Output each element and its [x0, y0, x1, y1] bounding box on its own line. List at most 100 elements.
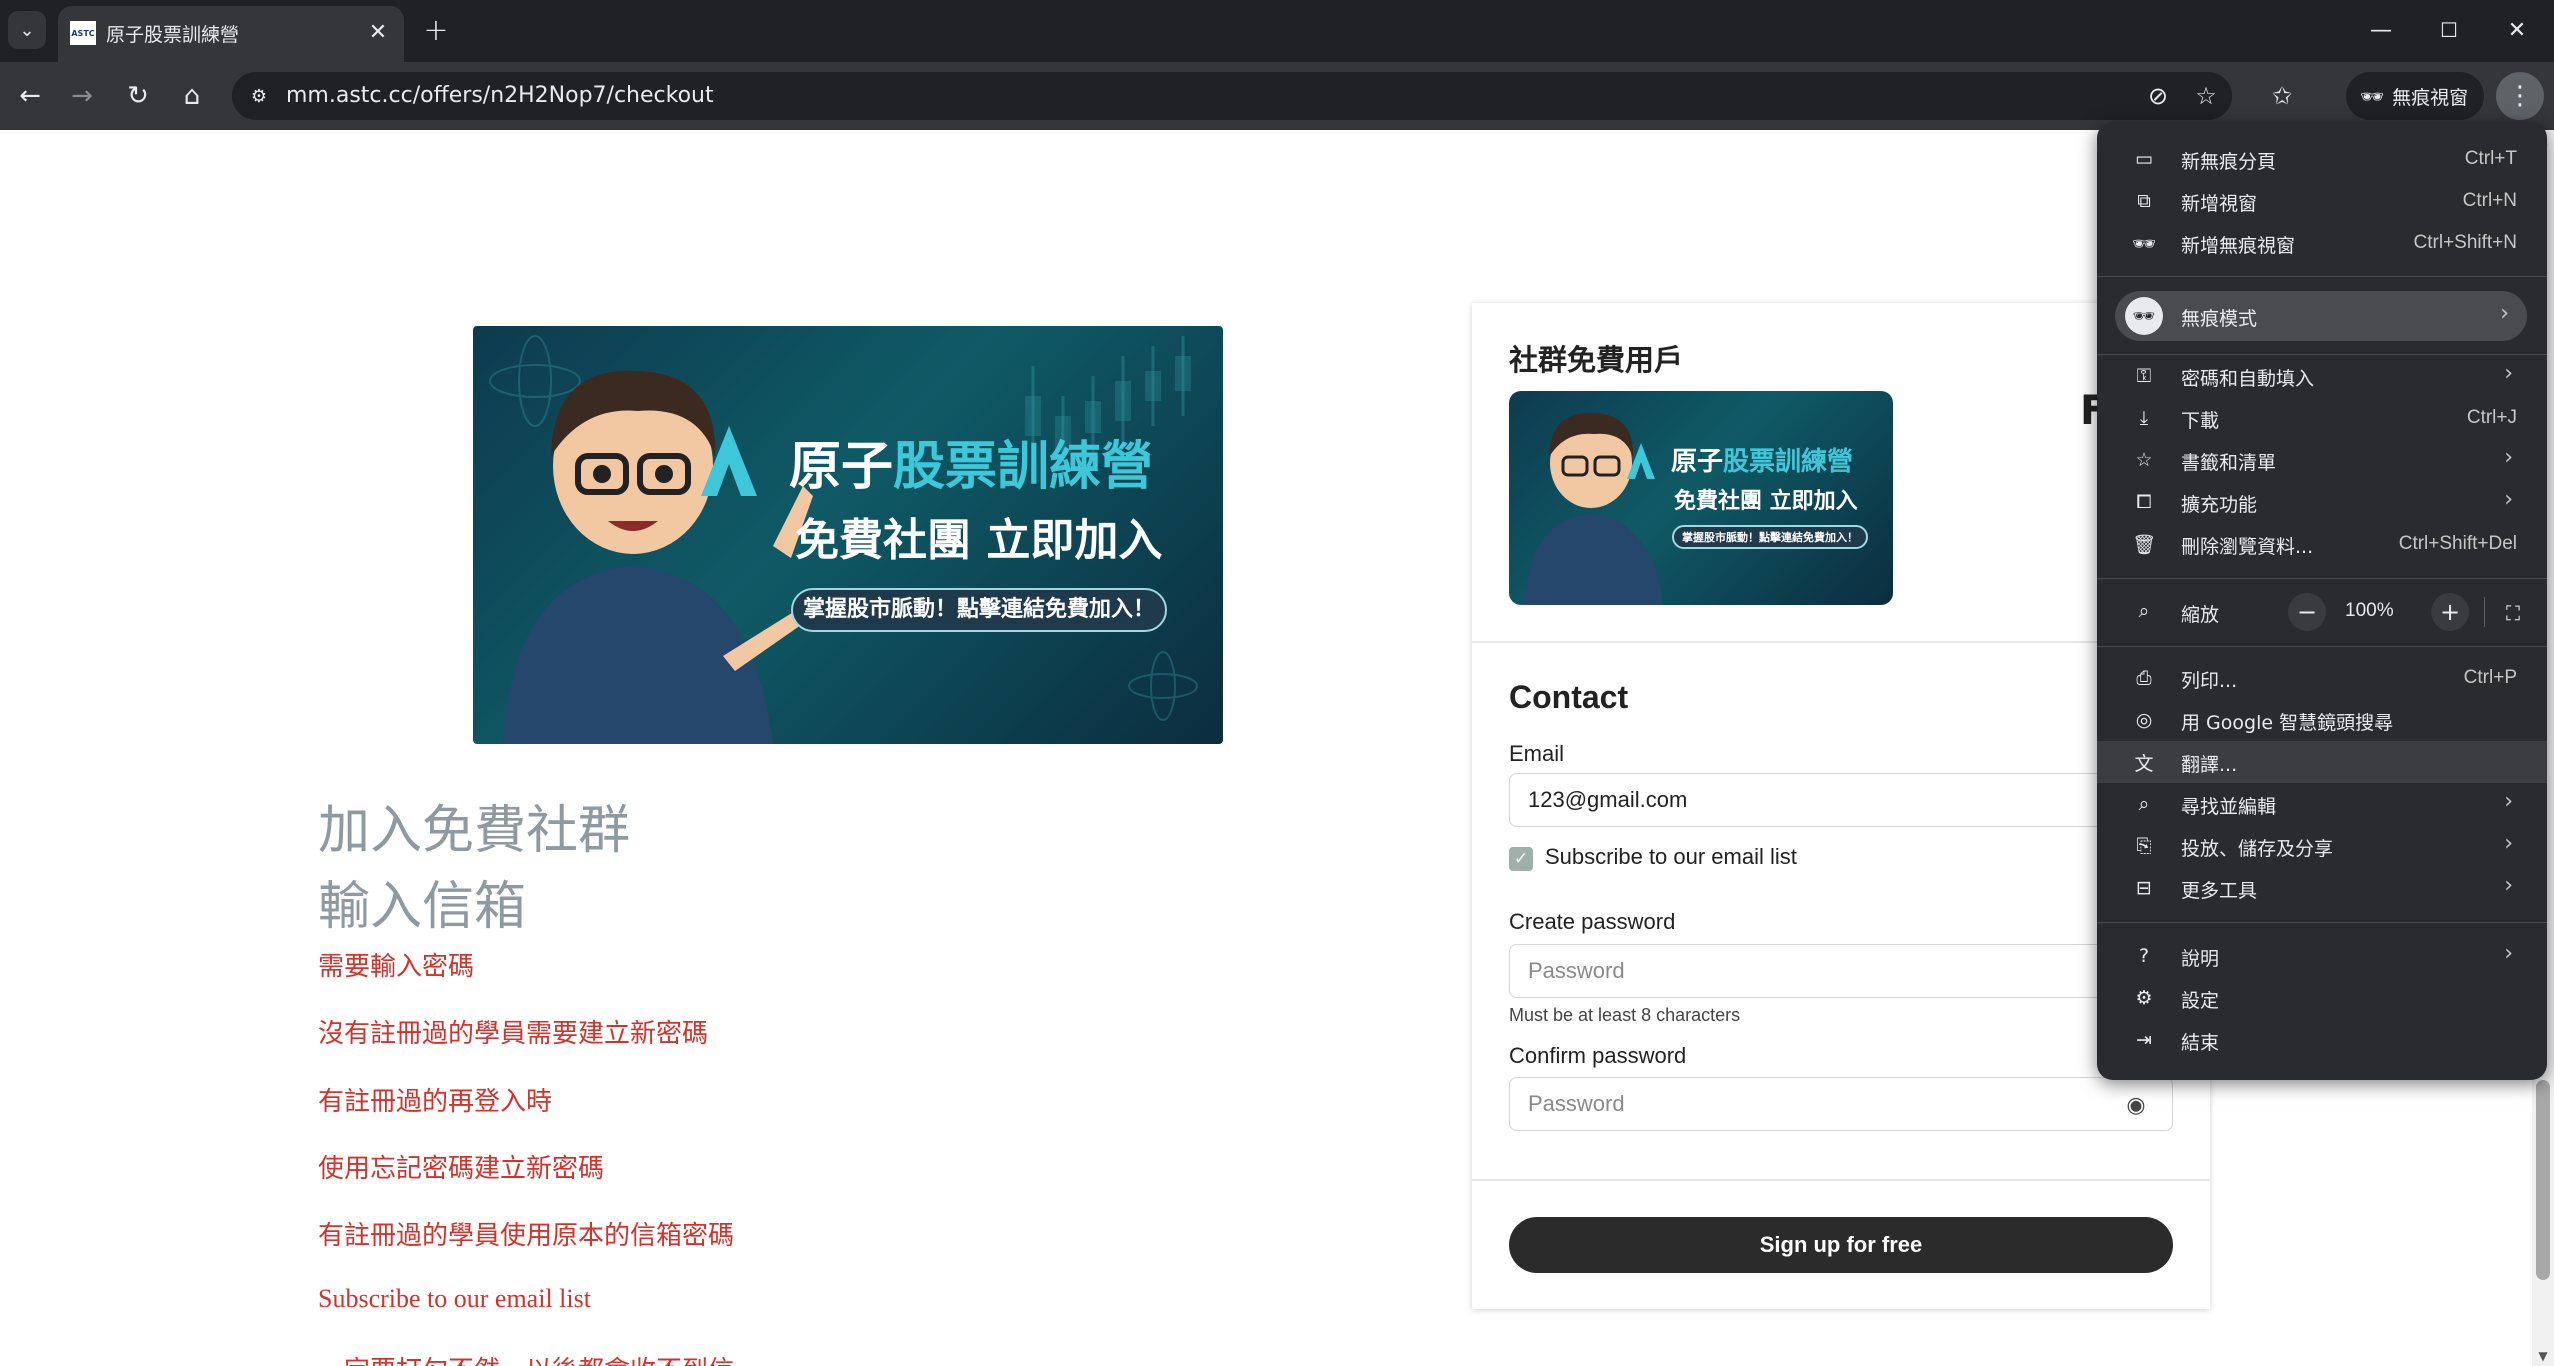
maximize-icon[interactable]: ☐ [2416, 8, 2482, 52]
eye-off-icon[interactable]: ⊘ [2142, 80, 2174, 112]
menu-item-cast-save-share[interactable]: ⎘ 投放、儲存及分享 › [2097, 825, 2547, 867]
home-icon[interactable]: ⌂ [174, 78, 210, 114]
minimize-icon[interactable]: — [2348, 8, 2414, 52]
new-window-icon: ⧉ [2137, 190, 2151, 212]
menu-label: 密碼和自動填入 [2181, 368, 2315, 390]
banner-brand-accent: 股票訓練營 [893, 437, 1154, 497]
url-text[interactable]: mm.astc.cc/offers/n2H2Nop7/checkout [286, 83, 714, 108]
menu-item-help[interactable]: ? 說明 › [2097, 935, 2547, 977]
close-window-icon[interactable]: ✕ [2484, 8, 2550, 52]
exit-icon: ⇥ [2136, 1029, 2152, 1051]
tab-search-button[interactable]: ⌄ [8, 11, 46, 49]
menu-label: 結束 [2181, 1032, 2220, 1054]
email-field[interactable]: 123@gmail.com [1509, 773, 2173, 827]
contact-heading: Contact [1509, 679, 1629, 715]
new-tab-icon: ▭ [2135, 148, 2153, 170]
banner-brand: 原子股票訓練營 [789, 424, 1153, 499]
scroll-thumb[interactable] [2536, 1080, 2550, 1280]
email-label: Email [1509, 741, 1565, 766]
create-password-field[interactable]: Password [1509, 944, 2173, 998]
menu-item-google-lens[interactable]: ◎ 用 Google 智慧鏡頭搜尋 [2097, 699, 2547, 741]
browser-toolbar: ← → ↻ ⌂ ⚙ mm.astc.cc/offers/n2H2Nop7/che… [0, 62, 2554, 130]
menu-item-bookmarks[interactable]: ☆ 書籤和清單 › [2097, 439, 2547, 481]
incognito-icon: 🕶 [2131, 232, 2157, 255]
site-info-icon[interactable]: ⚙ [246, 83, 272, 109]
tab-bar: ⌄ ASTC 原子股票訓練營 ✕ + — ☐ ✕ [0, 0, 2554, 62]
toolbox-icon: ⊟ [2136, 877, 2152, 899]
menu-divider [2097, 578, 2547, 579]
menu-label: 下載 [2181, 410, 2220, 432]
reading-list-icon[interactable]: ✩ [2266, 80, 2298, 112]
page-heading-2: 輸入信箱 [318, 877, 527, 937]
menu-label: 說明 [2181, 948, 2220, 970]
menu-shortcut: Ctrl+Shift+N [2413, 232, 2517, 253]
menu-item-extensions[interactable]: ⧠ 擴充功能 › [2097, 481, 2547, 523]
instruction-line: 一定要打勾不然，以後都會收不到信 [318, 1350, 734, 1366]
menu-item-more-tools[interactable]: ⊟ 更多工具 › [2097, 867, 2547, 909]
help-icon: ? [2138, 945, 2150, 967]
show-password-icon[interactable]: ◉ [2122, 1091, 2150, 1119]
thumbnail-brand-accent: 股票訓練營 [1723, 447, 1854, 477]
instruction-line: 有註冊過的再登入時 [318, 1087, 553, 1117]
chevron-down-icon: ⌄ [19, 19, 35, 41]
menu-item-translate[interactable]: 文 翻譯... [2097, 741, 2547, 783]
zoom-value: 100% [2345, 600, 2394, 621]
menu-item-print[interactable]: ⎙ 列印... Ctrl+P [2097, 657, 2547, 699]
favicon-icon: ASTC [70, 21, 96, 45]
instruction-line: 有註冊過的學員使用原本的信箱密碼 [318, 1221, 735, 1251]
thumbnail-brand: 原子股票訓練營 [1671, 441, 1853, 478]
subscribe-label[interactable]: Subscribe to our email list [1545, 844, 1797, 870]
menu-divider [2097, 276, 2547, 277]
menu-item-settings[interactable]: ⚙ 設定 [2097, 977, 2547, 1019]
banner-brand-text: 原子 [789, 437, 894, 497]
menu-item-new-incognito-window[interactable]: 🕶 新增無痕視窗 Ctrl+Shift+N [2097, 222, 2547, 264]
menu-item-new-window[interactable]: ⧉ 新增視窗 Ctrl+N [2097, 180, 2547, 222]
zoom-in-button[interactable]: + [2431, 593, 2469, 631]
star-icon: ☆ [2135, 449, 2153, 471]
menu-item-downloads[interactable]: ⤓ 下載 Ctrl+J [2097, 397, 2547, 439]
menu-label: 設定 [2181, 990, 2220, 1012]
password-hint: Must be at least 8 characters [1509, 1005, 1741, 1025]
chevron-right-icon: › [2504, 445, 2513, 470]
offer-title: 社群免費用戶 [1509, 343, 1684, 377]
hero-banner: 原子股票訓練營 免費社團 立即加入 掌握股市脈動！點擊連結免費加入！ [473, 326, 1223, 744]
back-icon[interactable]: ← [12, 78, 48, 114]
page-heading-1: 加入免費社群 [318, 801, 631, 861]
subscribe-checkbox[interactable]: ✓ [1509, 847, 1533, 871]
menu-label: 列印... [2181, 670, 2238, 692]
menu-item-new-incognito-tab[interactable]: ▭ 新無痕分頁 Ctrl+T [2097, 138, 2547, 180]
close-tab-icon[interactable]: ✕ [364, 18, 392, 46]
instruction-line: Subscribe to our email list [318, 1284, 591, 1313]
fullscreen-icon[interactable]: ⛶ [2495, 595, 2531, 631]
menu-label: 用 Google 智慧鏡頭搜尋 [2181, 712, 2394, 734]
menu-item-passwords[interactable]: ⚿ 密碼和自動填入 › [2097, 355, 2547, 397]
menu-item-find-edit[interactable]: ⌕ 尋找並編輯 › [2097, 783, 2547, 825]
confirm-placeholder: Password [1528, 1091, 1625, 1116]
sign-up-button[interactable]: Sign up for free [1509, 1217, 2173, 1273]
banner-line2: 免費社團 立即加入 [795, 515, 1163, 566]
instruction-line: 需要輸入密碼 [318, 952, 475, 982]
menu-item-incognito-profile[interactable]: 🕶 無痕模式 › [2115, 291, 2527, 341]
incognito-icon: 🕶 [2360, 85, 2385, 108]
zoom-divider [2484, 597, 2485, 627]
forward-icon[interactable]: → [64, 78, 100, 114]
bookmark-star-icon[interactable]: ☆ [2190, 80, 2222, 112]
chrome-menu-button[interactable]: ⋮ [2496, 72, 2544, 120]
new-tab-button[interactable]: + [418, 12, 454, 48]
chevron-right-icon: › [2504, 487, 2513, 512]
chevron-right-icon: › [2504, 831, 2513, 856]
cast-icon: ⎘ [2136, 835, 2152, 857]
active-tab[interactable]: ASTC 原子股票訓練營 ✕ [58, 6, 404, 62]
chevron-right-icon: › [2500, 301, 2509, 326]
download-icon: ⤓ [2139, 407, 2149, 429]
menu-label: 縮放 [2181, 604, 2220, 626]
reload-icon[interactable]: ↻ [120, 78, 156, 114]
menu-item-clear-data[interactable]: 🗑 刪除瀏覽資料... Ctrl+Shift+Del [2097, 523, 2547, 565]
zoom-out-button[interactable]: − [2288, 593, 2326, 631]
address-bar[interactable]: ⚙ mm.astc.cc/offers/n2H2Nop7/checkout ⊘ … [232, 72, 2232, 120]
scroll-down-icon[interactable]: ▼ [2532, 1346, 2554, 1366]
menu-label: 更多工具 [2181, 880, 2258, 902]
menu-item-exit[interactable]: ⇥ 結束 [2097, 1019, 2547, 1061]
incognito-indicator[interactable]: 🕶 無痕視窗 [2346, 72, 2484, 120]
confirm-password-field[interactable]: Password ◉ [1509, 1077, 2173, 1131]
